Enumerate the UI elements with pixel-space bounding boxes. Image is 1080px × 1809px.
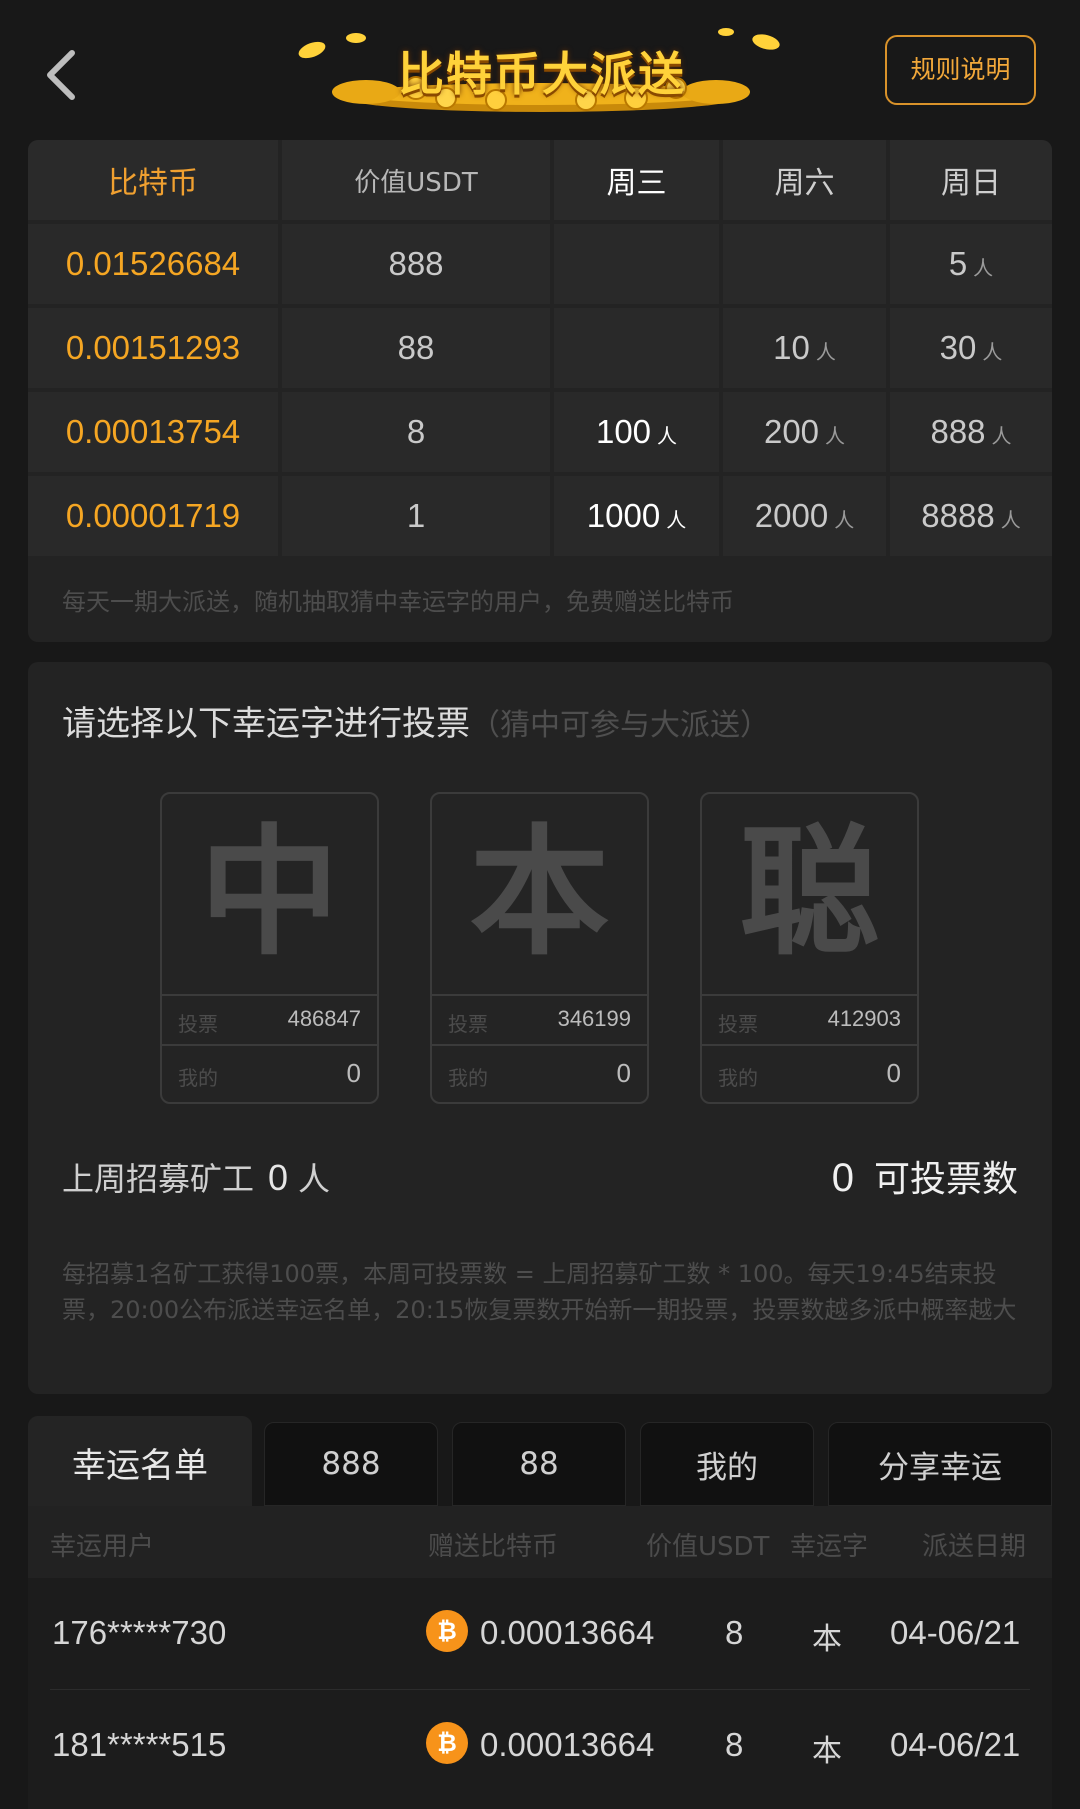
my-vote-count: 0: [346, 1058, 361, 1088]
tab-888[interactable]: 888: [264, 1422, 438, 1506]
rules-button[interactable]: 规则说明: [885, 35, 1036, 105]
tab-88[interactable]: 88: [452, 1422, 626, 1506]
vote-count: 346199: [557, 1006, 631, 1031]
col-usdt: 价值USDT: [646, 1532, 770, 1562]
header-wednesday: 周三: [554, 140, 719, 220]
lucky-char: 本: [469, 812, 610, 975]
header-sunday: 周日: [890, 140, 1052, 220]
available-votes-count: 0: [831, 1156, 854, 1200]
prize-table-header: 比特币 价值USDT 周三 周六 周日: [28, 140, 1052, 222]
winner-user: 176*****730: [52, 1614, 227, 1651]
usdt-value: 888: [388, 245, 444, 282]
mine-label: 我的: [718, 1066, 758, 1090]
header-usdt: 价值USDT: [282, 140, 550, 220]
prize-note: 每天一期大派送，随机抽取猜中幸运字的用户，免费赠送比特币: [62, 588, 734, 616]
page-title: 比特币大派送: [398, 47, 686, 101]
winner-count: 30 人: [939, 329, 1003, 366]
winner-count: 2000 人: [754, 497, 855, 534]
prize-row: 0.01526684 888 5人: [28, 224, 1052, 306]
btc-amount: 0.01526684: [65, 245, 241, 282]
vote-count: 486847: [287, 1006, 361, 1031]
col-date: 派送日期: [922, 1532, 1027, 1562]
winner-btc: 0.00013664: [480, 1726, 655, 1763]
mine-label: 我的: [178, 1066, 218, 1090]
lucky-char: 聪: [739, 812, 880, 975]
vote-subtitle: （猜中可参与大派送）: [470, 708, 770, 743]
btc-amount: 0.00151293: [65, 329, 241, 366]
winner-count: 1000 人: [586, 497, 687, 534]
list-item: 181*****515 ₿ 0.00013664 8 本 04-06/21: [28, 1690, 1052, 1802]
chevron-left-icon: [47, 50, 75, 100]
winner-usdt: 8: [725, 1614, 744, 1651]
prize-row: 0.00151293 88 10 人 30 人: [28, 308, 1052, 390]
header-bar: 比特币大派送 规则说明: [0, 0, 1080, 140]
tab-lucky-list[interactable]: 幸运名单: [28, 1416, 252, 1508]
tab-share-luck[interactable]: 分享幸运: [828, 1422, 1052, 1506]
title-banner: 比特币大派送: [296, 28, 788, 116]
vote-option-cong[interactable]: 聪 投票 412903 我的 0: [700, 792, 919, 1104]
vote-option-zhong[interactable]: 中 投票 486847 我的 0: [160, 792, 379, 1104]
winners-list: 幸运用户 赠送比特币 价值USDT 幸运字 派送日期 176*****730 ₿…: [28, 1506, 1052, 1809]
winner-usdt: 8: [725, 1726, 744, 1763]
col-user: 幸运用户: [50, 1532, 155, 1562]
btc-amount: 0.00013754: [65, 413, 241, 450]
vote-option-ben[interactable]: 本 投票 346199 我的 0: [430, 792, 649, 1104]
usdt-value: 88: [397, 329, 435, 366]
winner-count: 10 人: [773, 329, 836, 366]
vote-label: 投票: [178, 1012, 218, 1036]
col-lucky-char: 幸运字: [790, 1532, 869, 1562]
usdt-value: 8: [406, 413, 426, 450]
winner-user: 181*****515: [52, 1726, 227, 1763]
prize-row: 0.00001719 1 1000 人 2000 人 8888 人: [28, 476, 1052, 558]
vote-label: 投票: [448, 1012, 488, 1036]
mine-label: 我的: [448, 1066, 488, 1090]
bitcoin-icon: ₿: [426, 1610, 468, 1652]
winners-list-header: 幸运用户 赠送比特币 价值USDT 幸运字 派送日期: [28, 1506, 1052, 1578]
tab-mine[interactable]: 我的: [640, 1422, 814, 1506]
my-vote-count: 0: [616, 1058, 631, 1088]
prize-table-card: 比特币 价值USDT 周三 周六 周日 0.01526684 888 5人 0.…: [28, 140, 1052, 642]
winner-count: 200 人: [763, 413, 846, 450]
recruited-miners: 上周招募矿工 0 人: [62, 1157, 331, 1198]
lucky-char: 中: [199, 812, 340, 975]
vote-title: 请选择以下幸运字进行投票（猜中可参与大派送）: [62, 704, 770, 744]
available-votes: 0 可投票数: [831, 1156, 1018, 1200]
winner-date: 04-06/21: [890, 1614, 1021, 1651]
back-button[interactable]: [40, 45, 86, 105]
winner-count: 100 人: [595, 413, 678, 450]
list-item: 176*****730 ₿ 0.00013664 8 本 04-06/21: [28, 1578, 1052, 1690]
header-saturday: 周六: [723, 140, 886, 220]
col-btc: 赠送比特币: [428, 1532, 559, 1562]
prize-row: 0.00013754 8 100 人 200 人 888 人: [28, 392, 1052, 474]
winner-count: 8888 人: [921, 497, 1021, 534]
vote-card: 请选择以下幸运字进行投票（猜中可参与大派送） 中 投票 486847 我的 0 本 …: [28, 662, 1052, 1394]
btc-amount: 0.00001719: [65, 497, 241, 534]
winner-lucky-char: 本: [812, 1622, 842, 1657]
my-vote-count: 0: [886, 1058, 901, 1088]
winner-btc: 0.00013664: [480, 1614, 655, 1651]
winner-lucky-char: 本: [812, 1734, 842, 1769]
usdt-value: 1: [406, 497, 426, 534]
vote-note: 每招募1名矿工获得100票，本周可投票数 = 上周招募矿工数 * 100。每天1…: [62, 1260, 1017, 1324]
winner-date: 04-06/21: [890, 1726, 1021, 1763]
vote-label: 投票: [718, 1012, 758, 1036]
list-tabs: 幸运名单 888 88 我的 分享幸运: [28, 1416, 1052, 1508]
vote-count: 412903: [827, 1006, 901, 1031]
winner-count: 5人: [948, 245, 994, 282]
winner-count: 888 人: [930, 413, 1012, 450]
recruited-count: 0: [268, 1157, 289, 1198]
bitcoin-icon: ₿: [426, 1722, 468, 1764]
header-btc: 比特币: [28, 140, 278, 220]
